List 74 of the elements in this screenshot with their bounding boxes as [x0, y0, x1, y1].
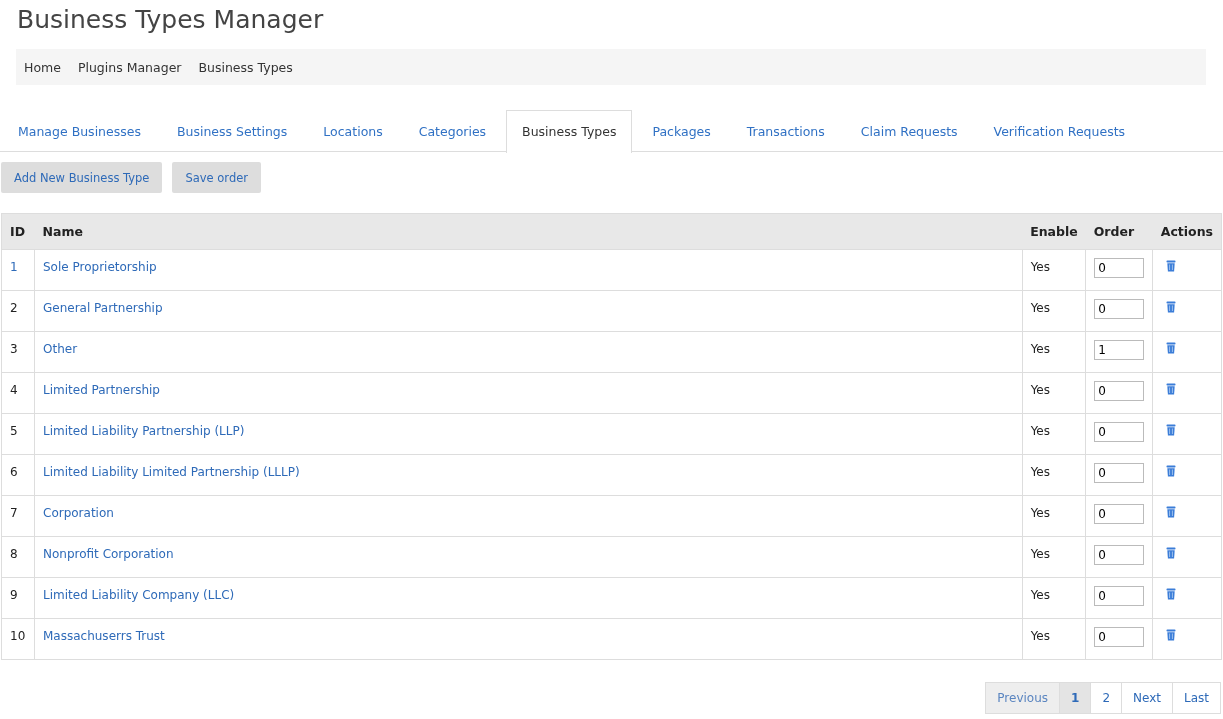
table-cell: 9	[1, 577, 35, 619]
breadcrumb-link[interactable]: Plugins Manager	[77, 59, 182, 75]
column-header: Order	[1085, 213, 1153, 250]
order-input[interactable]: 0	[1094, 258, 1145, 278]
column-header: ID	[1, 213, 35, 250]
table-cell: Yes	[1022, 413, 1086, 455]
name-link[interactable]: Corporation	[43, 506, 114, 520]
trash-icon[interactable]	[1166, 465, 1177, 477]
table-cell: Yes	[1022, 577, 1086, 619]
name-link[interactable]: Limited Partnership	[43, 383, 160, 397]
column-header: Enable	[1022, 213, 1086, 250]
table-cell: 1	[1, 249, 35, 291]
tab[interactable]: Transactions	[730, 110, 841, 151]
trash-icon[interactable]	[1166, 506, 1177, 518]
tab[interactable]: Verification Requests	[977, 110, 1142, 151]
tab[interactable]: Manage Businesses	[2, 110, 157, 151]
table-cell: Yes	[1022, 536, 1086, 578]
name-link[interactable]: Limited Liability Partnership (LLP)	[43, 424, 245, 438]
table-cell: 8	[1, 536, 35, 578]
pagination-link[interactable]: 2	[1090, 682, 1123, 714]
table-cell: 10	[1, 618, 35, 660]
order-input[interactable]: 0	[1094, 381, 1145, 401]
action-button[interactable]: Add New Business Type	[1, 162, 163, 193]
trash-icon[interactable]	[1166, 260, 1177, 272]
trash-icon[interactable]	[1166, 424, 1177, 436]
pagination-link[interactable]: 1	[1059, 682, 1092, 714]
pagination-link[interactable]: Next	[1121, 682, 1173, 714]
table-cell: Yes	[1022, 331, 1086, 373]
order-input[interactable]: 0	[1094, 299, 1145, 319]
table-cell: 2	[1, 290, 35, 332]
trash-icon[interactable]	[1166, 383, 1177, 395]
table-cell: Yes	[1022, 618, 1086, 660]
order-input[interactable]: 0	[1094, 504, 1145, 524]
table-cell: 7	[1, 495, 35, 537]
trash-icon[interactable]	[1166, 547, 1177, 559]
breadcrumb-link[interactable]: Home	[24, 59, 61, 75]
table-cell: Yes	[1022, 249, 1086, 291]
table-cell: Yes	[1022, 290, 1086, 332]
name-link[interactable]: Other	[43, 342, 78, 356]
column-header: Actions	[1152, 213, 1222, 250]
name-link[interactable]: General Partnership	[43, 301, 163, 315]
tab[interactable]: Categories	[402, 110, 503, 151]
table-cell: 6	[1, 454, 35, 496]
order-input[interactable]: 0	[1094, 545, 1145, 565]
table-cell: Yes	[1022, 372, 1086, 414]
trash-icon[interactable]	[1166, 629, 1177, 641]
tab[interactable]: Business Types	[506, 110, 633, 153]
order-input[interactable]: 0	[1094, 422, 1145, 442]
tab[interactable]: Claim Requests	[844, 110, 974, 151]
order-input[interactable]: 0	[1094, 463, 1145, 483]
table-cell: 4	[1, 372, 35, 414]
page-title: Business Types Manager	[16, 4, 325, 36]
table-cell: Yes	[1022, 454, 1086, 496]
trash-icon[interactable]	[1166, 342, 1177, 354]
tab[interactable]: Business Settings	[160, 110, 304, 151]
table-cell: 5	[1, 413, 35, 455]
table-cell: 3	[1, 331, 35, 373]
trash-icon[interactable]	[1166, 301, 1177, 313]
name-link[interactable]: Limited Liability Company (LLC)	[43, 588, 235, 602]
name-link[interactable]: Sole Proprietorship	[43, 260, 157, 274]
breadcrumb-link[interactable]: Business Types	[198, 59, 293, 75]
table-cell: Yes	[1022, 495, 1086, 537]
pagination-link[interactable]: Last	[1172, 682, 1221, 714]
name-link[interactable]: Limited Liability Limited Partnership (LLLP)	[43, 465, 300, 479]
action-button[interactable]: Save order	[172, 162, 261, 193]
name-link[interactable]: Nonprofit Corporation	[43, 547, 174, 561]
order-input[interactable]: 1	[1094, 340, 1145, 360]
column-header: Name	[34, 213, 1023, 250]
tab[interactable]: Packages	[636, 110, 727, 151]
tab[interactable]: Locations	[307, 110, 399, 151]
name-link[interactable]: Massachuserrs Trust	[43, 629, 165, 643]
trash-icon[interactable]	[1166, 588, 1177, 600]
order-input[interactable]: 0	[1094, 586, 1145, 606]
order-input[interactable]: 0	[1094, 627, 1145, 647]
